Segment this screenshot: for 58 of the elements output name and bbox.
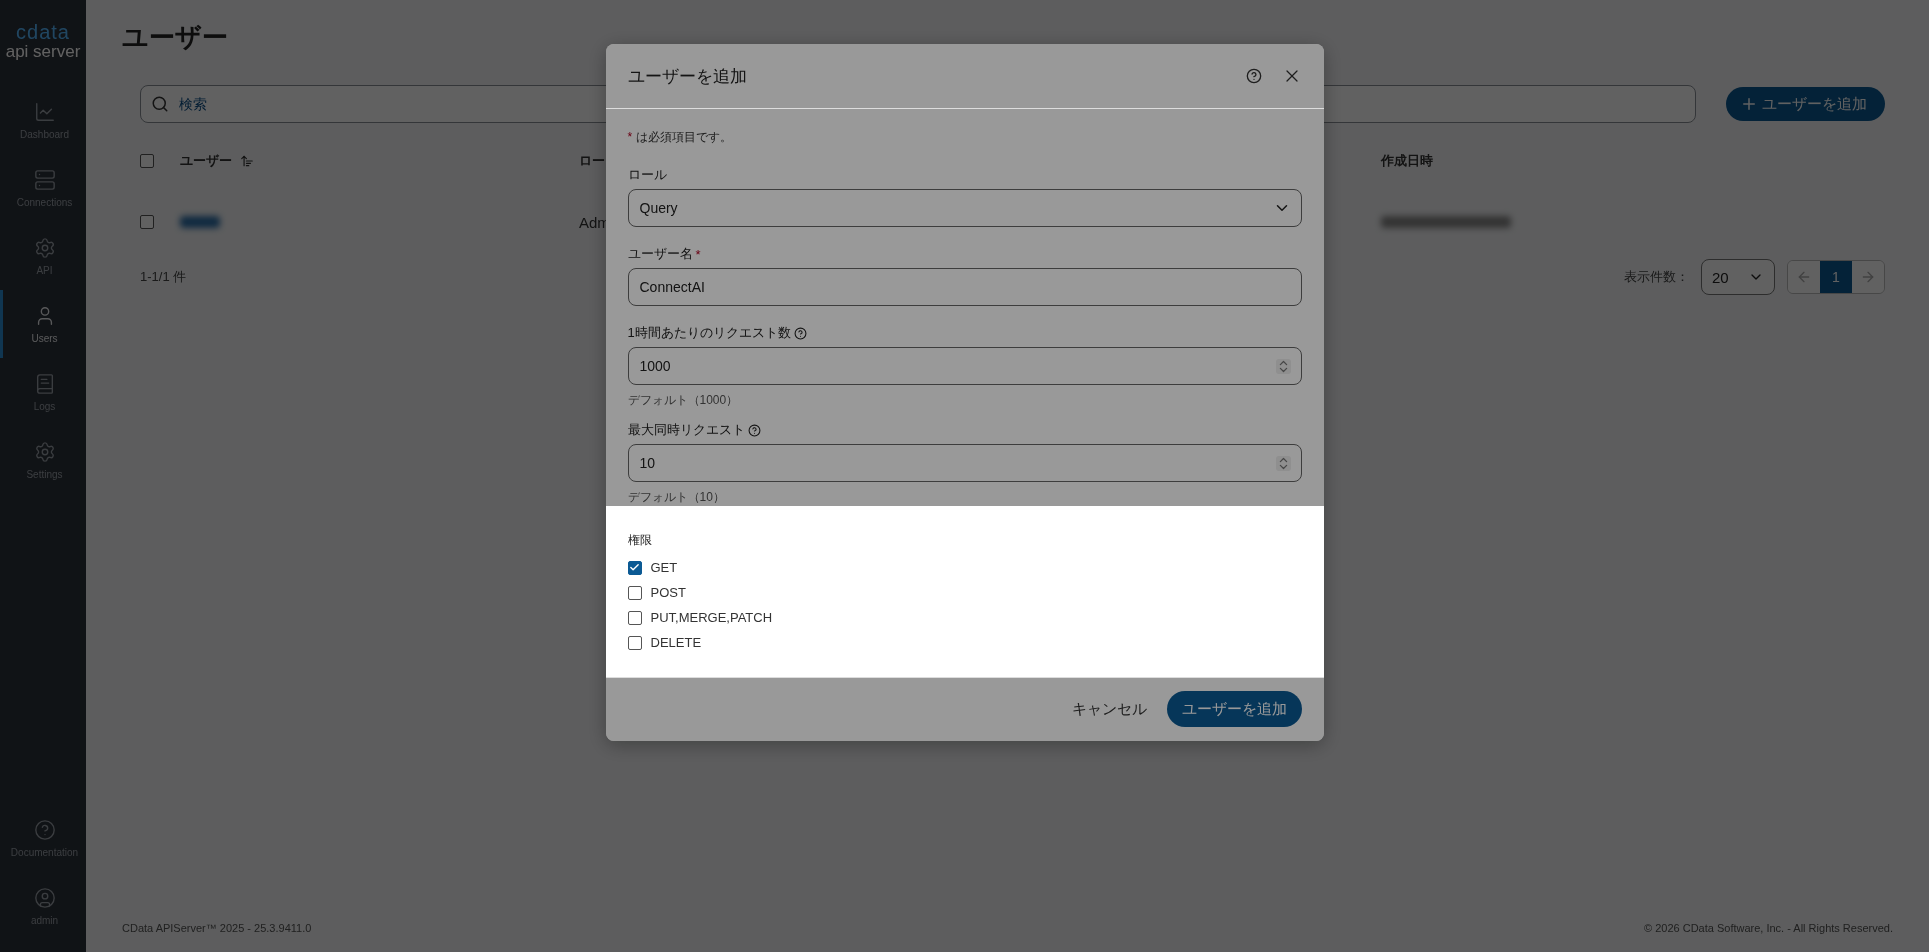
column-header[interactable]: 作成日時: [1381, 152, 1433, 170]
role-select[interactable]: Query: [627, 189, 1302, 227]
checkbox-label: POST: [650, 585, 686, 600]
column-header[interactable]: ユーザー: [180, 152, 232, 170]
dialog-title: ユーザーを追加: [627, 65, 747, 88]
copyright-text: © 2026 CData Software, Inc. - All Rights Reserved.: [1644, 922, 1893, 934]
checkbox-label: GET: [650, 560, 678, 575]
required-note: * は必須項目です。: [627, 129, 734, 146]
plus-icon: [1740, 95, 1758, 113]
help-icon[interactable]: [793, 326, 807, 340]
page-size-label: 表示件数：: [1624, 268, 1689, 286]
arrow-left-icon: [1796, 269, 1812, 285]
add-user-button[interactable]: ユーザーを追加: [1726, 87, 1885, 121]
help-icon: [33, 818, 56, 841]
field-hint: デフォルト（10）: [627, 489, 726, 506]
column-header[interactable]: ロー: [579, 152, 605, 170]
checkbox[interactable]: [627, 635, 642, 650]
checkbox-label: PUT,MERGE,PATCH: [650, 610, 773, 625]
checkbox[interactable]: [140, 215, 154, 229]
permissions-label: 権限: [627, 532, 653, 549]
checkbox[interactable]: [627, 610, 642, 625]
help-button[interactable]: [1245, 68, 1262, 84]
field-hint: デフォルト（1000）: [627, 392, 740, 409]
product-name: api server: [5, 42, 81, 62]
settings-icon: [33, 236, 56, 259]
number-field[interactable]: 10: [627, 444, 1302, 482]
user-icon: [33, 886, 56, 909]
version-text: CData APIServer™ 2025 - 25.3.9411.0: [122, 922, 312, 934]
page-size-select[interactable]: 20: [1701, 259, 1775, 295]
page-button[interactable]: 1: [1820, 261, 1852, 293]
help-icon[interactable]: [747, 423, 761, 437]
field-label: ユーザー名: [627, 245, 693, 263]
server-icon: [33, 168, 56, 191]
spinner-icon[interactable]: [1275, 455, 1291, 471]
help-icon: [1245, 68, 1262, 84]
field-label: ロール: [627, 166, 667, 184]
brand-logo: cdata: [16, 22, 70, 42]
checkbox[interactable]: [140, 154, 154, 168]
input-field[interactable]: ConnectAI: [627, 268, 1302, 306]
arrow-right-icon: [1860, 269, 1876, 285]
page-title: ユーザー: [122, 21, 229, 54]
nav-item[interactable]: Users: [0, 290, 86, 358]
cancel-button[interactable]: キャンセル: [1065, 693, 1153, 725]
checkbox[interactable]: [627, 585, 642, 600]
settings-icon: [33, 440, 56, 463]
spinner-icon[interactable]: [1275, 358, 1291, 374]
sort-icon[interactable]: [240, 154, 254, 168]
checkbox[interactable]: [627, 560, 642, 575]
number-field[interactable]: 1000: [627, 347, 1302, 385]
blurred-text: [180, 216, 220, 228]
checkbox-label: DELETE: [650, 635, 702, 650]
search-icon: [151, 95, 169, 113]
result-count: 1-1/1 件: [140, 268, 187, 286]
field-label: 1時間あたりのリクエスト数: [627, 324, 791, 342]
submit-button[interactable]: ユーザーを追加: [1166, 691, 1302, 727]
line-chart-icon: [33, 100, 56, 123]
field-label: 最大同時リクエスト: [627, 421, 745, 439]
required-mark: *: [695, 246, 701, 262]
